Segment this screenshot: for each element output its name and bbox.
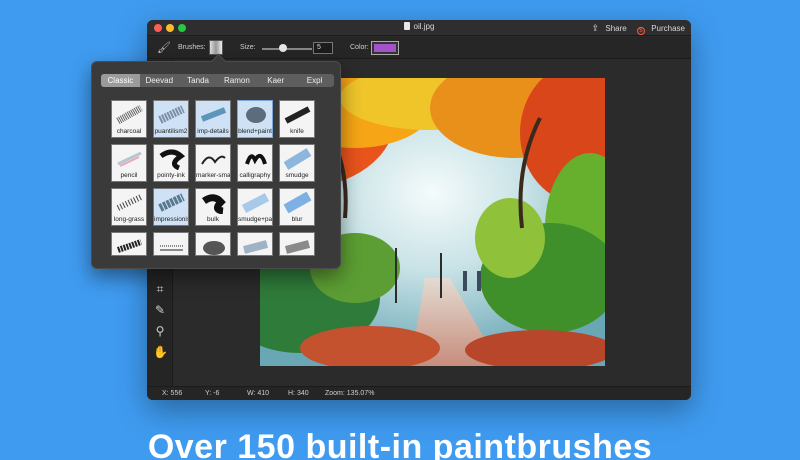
purchase-button[interactable]: $ Purchase bbox=[633, 24, 685, 35]
brush-long-grass[interactable]: long-grass bbox=[111, 188, 147, 226]
brush-charcoal[interactable]: charcoal bbox=[111, 100, 147, 138]
share-icon: ⇪ bbox=[591, 23, 600, 33]
brush-pointy-ink[interactable]: pointy-ink bbox=[153, 144, 189, 182]
tab-kaer[interactable]: Kaer bbox=[256, 74, 295, 87]
brush-preview bbox=[158, 193, 185, 212]
brush-preview bbox=[201, 155, 226, 165]
purchase-label: Purchase bbox=[651, 24, 685, 33]
document-name: oil.jpg bbox=[413, 22, 435, 31]
color-well[interactable] bbox=[371, 41, 399, 55]
brush-row4-4[interactable] bbox=[237, 232, 273, 256]
eyedropper-tool-icon[interactable]: ✎ bbox=[153, 303, 167, 317]
brush-preview bbox=[201, 194, 226, 214]
brush-row4-3[interactable] bbox=[195, 232, 231, 256]
brush-preview bbox=[242, 240, 269, 254]
share-label: Share bbox=[605, 24, 627, 33]
brush-preview bbox=[160, 245, 183, 251]
brush-picker-popover: Classic Deevad Tanda Ramon Kaer Expl cha… bbox=[91, 61, 341, 269]
tab-tanda[interactable]: Tanda bbox=[179, 74, 218, 87]
brush-name: calligraphy bbox=[239, 172, 271, 179]
brush-preview bbox=[284, 240, 311, 254]
brush-name: impressionism bbox=[154, 216, 188, 223]
brush-preview bbox=[200, 107, 227, 122]
tab-ramon[interactable]: Ramon bbox=[217, 74, 256, 87]
promo-headline: Over 150 built-in paintbrushes bbox=[147, 428, 653, 460]
toolbar: 🖌 Brushes: Size: 5 Color: bbox=[147, 37, 691, 59]
status-y: Y: -6 bbox=[205, 390, 220, 397]
brush-row4-1[interactable] bbox=[111, 232, 147, 256]
brush-puantilism2[interactable]: puantilism2 bbox=[153, 100, 189, 138]
brush-row4-2[interactable] bbox=[153, 232, 189, 256]
brush-category-tabs: Classic Deevad Tanda Ramon Kaer Expl bbox=[101, 74, 334, 87]
status-w: W: 410 bbox=[247, 390, 270, 397]
share-button[interactable]: ⇪ Share bbox=[588, 23, 627, 33]
brush-blend-paint[interactable]: blend+paint bbox=[237, 100, 273, 138]
tab-deevad[interactable]: Deevad bbox=[140, 74, 179, 87]
brush-preview bbox=[283, 148, 312, 170]
zoom-tool-icon[interactable]: ⚲ bbox=[153, 324, 167, 338]
tab-classic[interactable]: Classic bbox=[101, 74, 140, 87]
brush-knife[interactable]: knife bbox=[279, 100, 315, 138]
brush-name: pointy-ink bbox=[157, 172, 185, 179]
status-h: H: 340 bbox=[288, 390, 309, 397]
brush-tool-icon[interactable]: 🖌 bbox=[157, 41, 171, 54]
status-x: X: 556 bbox=[162, 390, 183, 397]
hand-tool-icon[interactable]: ✋ bbox=[153, 345, 168, 359]
brush-name: smudge+paint bbox=[238, 216, 273, 223]
brush-name: marker-small bbox=[196, 172, 231, 179]
brush-preview bbox=[283, 192, 312, 214]
brush-name: imp-details bbox=[197, 128, 229, 135]
tab-expl[interactable]: Expl bbox=[295, 74, 334, 87]
brushes-label: Brushes: bbox=[178, 44, 206, 51]
brush-row4-5[interactable] bbox=[279, 232, 315, 256]
brush-name: charcoal bbox=[116, 128, 142, 135]
brush-blur[interactable]: blur bbox=[279, 188, 315, 226]
brush-name: pencil bbox=[120, 172, 138, 179]
brush-name: puantilism2 bbox=[154, 128, 188, 135]
brush-preview bbox=[284, 106, 311, 124]
brush-preview bbox=[241, 193, 270, 213]
brush-name: blur bbox=[291, 216, 303, 223]
brush-preview bbox=[203, 241, 225, 255]
color-swatch-fill bbox=[374, 44, 396, 52]
title-bar: oil.jpg ⇪ Share $ Purchase bbox=[147, 20, 691, 36]
brush-marker-small[interactable]: marker-small bbox=[195, 144, 231, 182]
brush-smudge[interactable]: smudge bbox=[279, 144, 315, 182]
brush-name: bulk bbox=[207, 216, 219, 223]
title-actions: ⇪ Share $ Purchase bbox=[584, 23, 685, 35]
brush-bulk[interactable]: bulk bbox=[195, 188, 231, 226]
brush-imp-details[interactable]: imp-details bbox=[195, 100, 231, 138]
size-slider-track[interactable] bbox=[262, 48, 312, 50]
status-bar: X: 556 Y: -6 W: 410 H: 340 Zoom: 135.07% bbox=[147, 386, 691, 400]
size-slider-knob[interactable] bbox=[279, 44, 287, 52]
brush-preview bbox=[245, 153, 267, 165]
brush-smudge-paint[interactable]: smudge+paint bbox=[237, 188, 273, 226]
brush-preview bbox=[116, 194, 143, 211]
brush-preview bbox=[117, 151, 142, 167]
brush-calligraphy[interactable]: calligraphy bbox=[237, 144, 273, 182]
brush-name: smudge bbox=[285, 172, 309, 179]
color-label: Color: bbox=[350, 44, 369, 51]
document-icon bbox=[403, 22, 410, 30]
status-zoom: Zoom: 135.07% bbox=[325, 390, 375, 397]
brush-name: knife bbox=[290, 128, 304, 135]
brush-picker-button[interactable] bbox=[209, 40, 223, 55]
brush-name: blend+paint bbox=[238, 128, 272, 135]
brush-grid: charcoal puantilism2 imp-details blend+p… bbox=[111, 100, 323, 256]
brush-preview bbox=[117, 239, 142, 253]
brush-name: long-grass bbox=[113, 216, 145, 223]
brush-impressionism[interactable]: impressionism bbox=[153, 188, 189, 226]
brush-preview bbox=[158, 105, 185, 124]
size-label: Size: bbox=[240, 44, 256, 51]
size-input[interactable]: 5 bbox=[313, 42, 333, 54]
purchase-icon: $ bbox=[636, 27, 645, 35]
brush-preview bbox=[159, 149, 186, 170]
crop-tool-icon[interactable]: ⌗ bbox=[153, 282, 167, 297]
brush-preview bbox=[116, 104, 143, 125]
brush-pencil[interactable]: pencil bbox=[111, 144, 147, 182]
brush-preview bbox=[246, 107, 266, 123]
